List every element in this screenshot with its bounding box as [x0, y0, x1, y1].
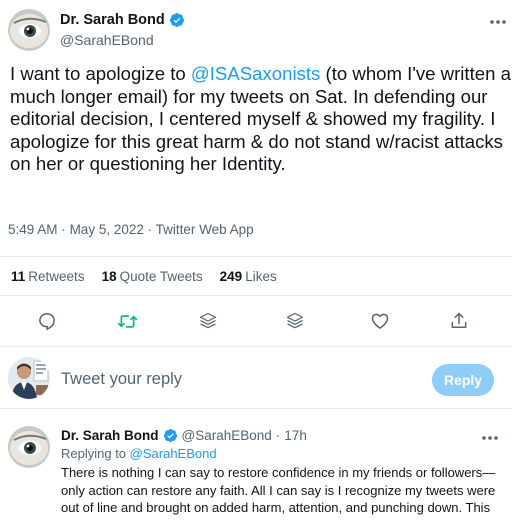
tweet-text: I want to apologize to @ISASaxonists (to…	[10, 63, 515, 176]
reply-text: There is nothing I can say to restore co…	[61, 465, 496, 515]
reply-input[interactable]: Tweet your reply	[61, 370, 182, 389]
share-icon	[451, 312, 467, 328]
like-icon	[371, 313, 389, 329]
tweet-source[interactable]: Twitter Web App	[156, 222, 254, 237]
more-icon	[482, 436, 498, 440]
author-block: Dr. Sarah Bond @SarahEBond	[60, 11, 185, 48]
more-options-button[interactable]	[486, 12, 510, 32]
retweets-stat[interactable]: 11 Retweets	[11, 269, 85, 284]
stack-icon	[286, 312, 304, 329]
divider	[0, 408, 512, 409]
verified-icon	[163, 428, 177, 443]
avatar[interactable]	[8, 9, 50, 51]
meta-separator: ·	[61, 222, 66, 237]
verified-icon	[169, 13, 184, 27]
mention-link[interactable]: @ISASaxonists	[191, 63, 320, 84]
author-name[interactable]: Dr. Sarah Bond	[60, 12, 165, 28]
tweet-header: Dr. Sarah Bond @SarahEBond	[0, 0, 520, 56]
divider	[0, 256, 512, 257]
share-button[interactable]	[444, 306, 474, 336]
replying-to: Replying to @SarahEBond	[61, 446, 217, 461]
tweet-time[interactable]: 5:49 AM	[8, 222, 58, 237]
reply-author-row: Dr. Sarah Bond @SarahEBond · 17h	[61, 428, 307, 443]
divider	[0, 295, 512, 296]
stack-button[interactable]	[280, 306, 310, 336]
action-bar	[0, 306, 512, 336]
more-options-button[interactable]	[478, 428, 502, 448]
reply-icon	[39, 313, 55, 331]
tweet-meta: 5:49 AM · May 5, 2022 · Twitter Web App	[8, 222, 254, 237]
likes-stat[interactable]: 249 Likes	[220, 269, 277, 284]
author-handle[interactable]: @SarahEBond	[182, 428, 272, 443]
stack-button[interactable]	[193, 306, 223, 336]
more-icon	[490, 20, 506, 24]
quote-tweets-stat[interactable]: 18 Quote Tweets	[102, 269, 203, 284]
author-handle[interactable]: @SarahEBond	[60, 32, 185, 48]
reply-submit-button[interactable]: Reply	[432, 364, 494, 396]
reply-composer: Tweet your reply Reply	[0, 350, 512, 406]
replying-to-link[interactable]: @SarahEBond	[130, 446, 217, 461]
stack-icon	[199, 312, 217, 329]
reply-tweet[interactable]: Dr. Sarah Bond @SarahEBond · 17h Replyin…	[0, 416, 512, 520]
reply-age[interactable]: 17h	[284, 428, 307, 443]
avatar[interactable]	[8, 426, 50, 468]
reply-button[interactable]	[32, 306, 62, 336]
tweet-stats: 11 Retweets 18 Quote Tweets 249 Likes	[11, 269, 294, 284]
divider	[0, 346, 512, 347]
meta-separator: ·	[275, 428, 281, 443]
retweet-icon	[117, 314, 137, 328]
meta-separator: ·	[147, 222, 153, 237]
like-button[interactable]	[365, 306, 395, 336]
retweet-button[interactable]	[112, 306, 142, 336]
tweet-text-start: I want to apologize to	[10, 63, 191, 84]
tweet-date[interactable]: May 5, 2022	[70, 222, 144, 237]
author-name[interactable]: Dr. Sarah Bond	[61, 428, 159, 443]
user-avatar[interactable]	[8, 357, 50, 399]
